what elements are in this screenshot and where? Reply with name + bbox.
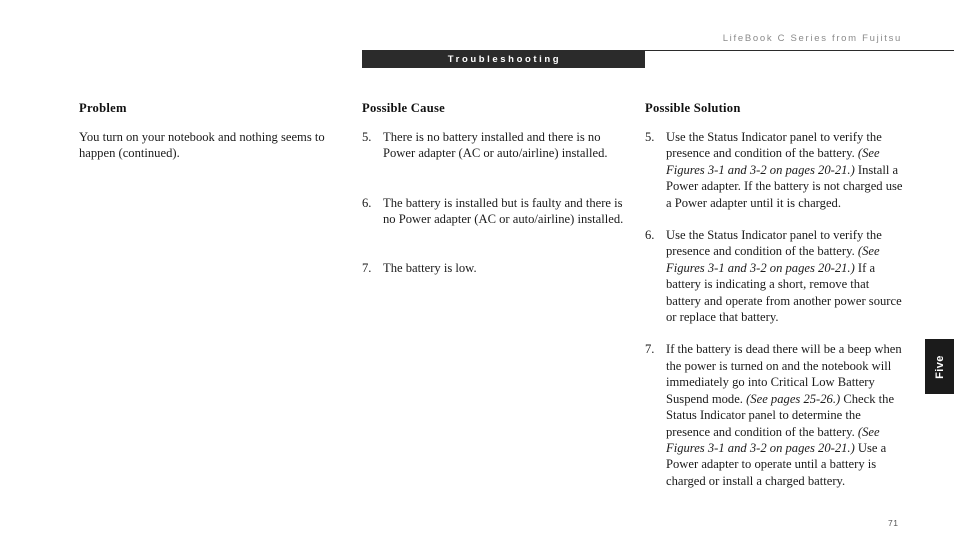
list-item-number: 7.: [645, 342, 655, 357]
column-problem-title: Problem: [79, 101, 127, 115]
column-possible-solution: Possible Solution 5. Use the Status Indi…: [645, 101, 907, 489]
list-item-number: 7.: [362, 260, 372, 275]
section-banner-label: Troubleshooting: [447, 54, 562, 65]
chapter-thumb-tab: Five: [925, 339, 954, 394]
list-item-text: Use the Status Indicator panel to verify…: [666, 130, 903, 210]
list-item: 5. There is no battery installed and the…: [362, 129, 627, 162]
list-item: 7. If the battery is dead there will be …: [645, 341, 907, 489]
column-possible-cause: Possible Cause 5. There is no battery in…: [362, 101, 627, 276]
list-item-number: 6.: [645, 228, 655, 243]
solution-list: 5. Use the Status Indicator panel to ver…: [645, 129, 907, 489]
column-solution-title: Possible Solution: [645, 101, 741, 115]
list-item: 6. The battery is installed but is fault…: [362, 195, 627, 228]
cause-list: 5. There is no battery installed and the…: [362, 129, 627, 276]
section-banner: Troubleshooting: [362, 51, 645, 68]
list-item: 7. The battery is low.: [362, 260, 627, 276]
list-item-number: 5.: [645, 130, 655, 144]
list-item: 5. Use the Status Indicator panel to ver…: [645, 129, 907, 211]
page-number: 71: [888, 518, 899, 528]
list-item-text: The battery is installed but is faulty a…: [383, 195, 624, 227]
column-cause-title: Possible Cause: [362, 101, 445, 115]
list-item-text: Use the Status Indicator panel to verify…: [666, 228, 902, 325]
document-page: LifeBook C Series from Fujitsu Troublesh…: [0, 0, 954, 557]
list-item-text: If the battery is dead there will be a b…: [666, 342, 902, 488]
running-header: LifeBook C Series from Fujitsu: [722, 33, 902, 44]
problem-description: You turn on your notebook and nothing se…: [79, 130, 325, 161]
list-item: 6. Use the Status Indicator panel to ver…: [645, 227, 907, 325]
list-item-number: 5.: [362, 130, 372, 144]
chapter-tab-label: Five: [933, 354, 946, 379]
list-item-text: There is no battery installed and there …: [383, 130, 608, 161]
list-item-number: 6.: [362, 195, 372, 210]
column-problem: Problem You turn on your notebook and no…: [79, 101, 334, 162]
list-item-text: The battery is low.: [383, 260, 477, 275]
